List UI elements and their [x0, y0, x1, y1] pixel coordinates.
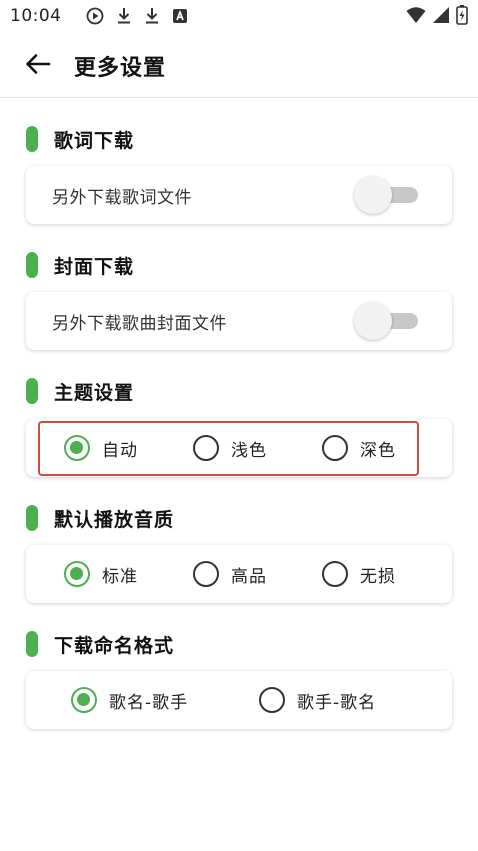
- section-accent-bar: [26, 126, 38, 152]
- page-title: 更多设置: [74, 56, 167, 81]
- theme-option-auto[interactable]: 自动: [64, 432, 138, 464]
- a-box-icon: [172, 8, 188, 24]
- battery-icon: [456, 5, 468, 25]
- app-bar-divider: [0, 97, 478, 98]
- lyrics-download-card: 另外下载歌词文件: [26, 166, 452, 224]
- cover-download-switch[interactable]: [354, 301, 422, 341]
- radio-label: 歌手-歌名: [297, 692, 377, 713]
- radio-label: 无损: [360, 566, 396, 587]
- back-button[interactable]: [18, 46, 58, 86]
- quality-option-lossless[interactable]: 无损: [322, 558, 396, 590]
- radio-label: 浅色: [231, 440, 267, 461]
- radio-button[interactable]: [259, 687, 285, 713]
- section-header-quality: 默认播放音质: [26, 503, 174, 533]
- download-icon: [144, 7, 160, 25]
- section-header-theme: 主题设置: [26, 376, 134, 406]
- status-bar: 10:04: [0, 0, 478, 32]
- lyrics-download-switch[interactable]: [354, 175, 422, 215]
- quality-option-high[interactable]: 高品: [193, 558, 267, 590]
- status-right: [406, 5, 468, 25]
- radio-dot: [70, 567, 83, 580]
- section-accent-bar: [26, 505, 38, 531]
- section-header-cover: 封面下载: [26, 250, 134, 280]
- switch-thumb: [354, 302, 392, 340]
- wifi-icon: [406, 6, 426, 24]
- quality-option-standard[interactable]: 标准: [64, 558, 138, 590]
- theme-option-light[interactable]: 浅色: [193, 432, 267, 464]
- radio-label: 深色: [360, 440, 396, 461]
- section-title: 封面下载: [54, 255, 135, 278]
- radio-dot: [70, 441, 83, 454]
- status-left: 10:04: [10, 6, 188, 26]
- cover-download-label: 另外下载歌曲封面文件: [52, 313, 227, 334]
- section-accent-bar: [26, 378, 38, 404]
- radio-label: 歌名-歌手: [109, 692, 189, 713]
- section-header-lyrics: 歌词下载: [26, 124, 134, 154]
- naming-card: 歌名-歌手 歌手-歌名: [26, 671, 452, 729]
- radio-button[interactable]: [322, 561, 348, 587]
- radio-label: 自动: [102, 440, 138, 461]
- naming-option-artist-title[interactable]: 歌手-歌名: [259, 684, 376, 716]
- section-title: 下载命名格式: [54, 634, 175, 657]
- status-time: 10:04: [10, 6, 62, 26]
- lyrics-download-label: 另外下载歌词文件: [52, 187, 192, 208]
- section-title: 歌词下载: [54, 129, 135, 152]
- section-accent-bar: [26, 631, 38, 657]
- play-circle-icon: [86, 7, 104, 25]
- radio-dot: [77, 693, 90, 706]
- radio-button[interactable]: [193, 561, 219, 587]
- download-icon: [116, 7, 132, 25]
- section-title: 主题设置: [54, 381, 135, 404]
- section-header-naming: 下载命名格式: [26, 629, 174, 659]
- radio-button[interactable]: [64, 561, 90, 587]
- radio-button[interactable]: [193, 435, 219, 461]
- arrow-left-icon: [25, 53, 51, 79]
- signal-icon: [432, 6, 450, 24]
- radio-button[interactable]: [64, 435, 90, 461]
- switch-thumb: [354, 176, 392, 214]
- cover-download-card: 另外下载歌曲封面文件: [26, 292, 452, 350]
- section-title: 默认播放音质: [54, 508, 175, 531]
- radio-button[interactable]: [71, 687, 97, 713]
- naming-option-title-artist[interactable]: 歌名-歌手: [71, 684, 188, 716]
- radio-label: 高品: [231, 566, 267, 587]
- section-accent-bar: [26, 252, 38, 278]
- quality-card: 标准 高品 无损: [26, 545, 452, 603]
- radio-button[interactable]: [322, 435, 348, 461]
- app-bar: 更多设置: [0, 38, 478, 94]
- theme-option-dark[interactable]: 深色: [322, 432, 396, 464]
- radio-label: 标准: [102, 566, 138, 587]
- theme-card: 自动 浅色 深色: [26, 419, 452, 477]
